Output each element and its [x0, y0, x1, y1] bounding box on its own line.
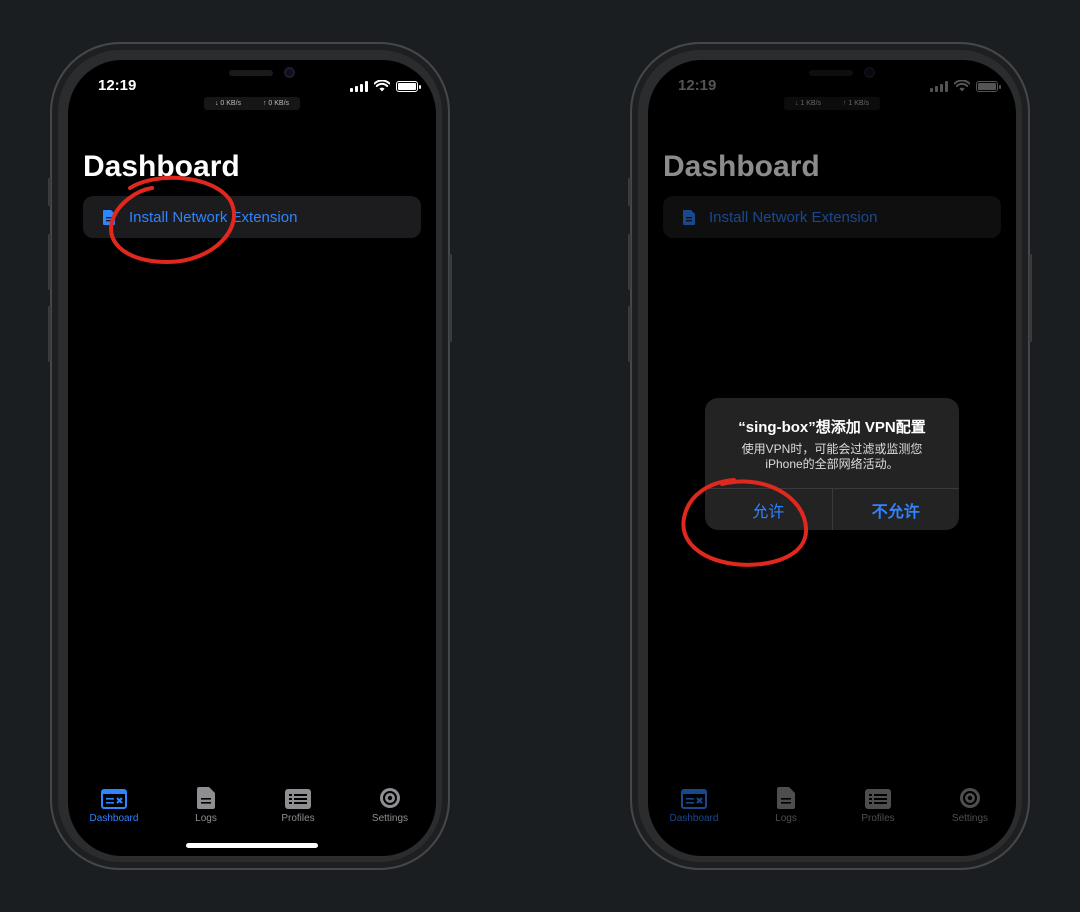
tab-label: Profiles [281, 813, 315, 824]
vpn-permission-alert: “sing-box”想添加 VPN配置 使用VPN时，可能会过滤或监测您 iPh… [705, 398, 959, 530]
volume-down-button [48, 306, 51, 362]
volume-up-button [628, 234, 631, 290]
tab-label: Logs [775, 813, 797, 824]
battery-icon [976, 80, 1001, 92]
power-button [1029, 254, 1032, 342]
upload-speed: ↑ 1 KB/s [842, 100, 870, 107]
traffic-speed: ↓ 0 KB/s ↑ 0 KB/s [204, 97, 300, 110]
download-speed: ↓ 1 KB/s [794, 100, 822, 107]
tab-settings[interactable]: Settings [344, 774, 436, 824]
document-icon [777, 787, 795, 809]
status-time: 12:19 [98, 77, 137, 94]
speaker-grille [809, 70, 853, 76]
download-speed: ↓ 0 KB/s [214, 100, 242, 107]
document-icon [103, 209, 115, 225]
page-title: Dashboard [663, 150, 820, 183]
gear-icon [380, 788, 400, 808]
install-network-extension-button[interactable]: Install Network Extension [663, 196, 1001, 238]
tab-dashboard[interactable]: Dashboard [68, 774, 160, 824]
document-icon [197, 787, 215, 809]
tab-dashboard[interactable]: Dashboard [648, 774, 740, 824]
alert-title: “sing-box”想添加 VPN配置 [738, 419, 926, 436]
install-label: Install Network Extension [709, 208, 878, 226]
tab-label: Dashboard [669, 813, 719, 824]
tab-logs[interactable]: Logs [160, 774, 252, 824]
dashboard-icon [101, 789, 127, 809]
tab-profiles[interactable]: Profiles [252, 774, 344, 824]
mute-switch [48, 178, 51, 206]
system-icons [350, 80, 421, 92]
tab-logs[interactable]: Logs [740, 774, 832, 824]
volume-up-button [48, 234, 51, 290]
volume-down-button [628, 306, 631, 362]
tab-bar: Dashboard Logs Profiles Settings [68, 774, 436, 824]
upload-speed: ↑ 0 KB/s [262, 100, 290, 107]
front-camera [864, 67, 875, 78]
signal-icon [930, 80, 948, 92]
wifi-icon [374, 80, 390, 92]
tab-label: Profiles [861, 813, 895, 824]
tab-settings[interactable]: Settings [924, 774, 1016, 824]
alert-buttons: 允许 不允许 [705, 488, 959, 530]
gear-icon [960, 788, 980, 808]
dashboard-icon [681, 789, 707, 809]
tab-label: Settings [951, 813, 989, 824]
phone-frame-left: 12:19 ↓ 0 KB/s ↑ 0 KB/s Dashboard Instal… [48, 42, 452, 870]
allow-button[interactable]: 允许 [705, 489, 833, 530]
list-icon [865, 789, 891, 809]
tab-profiles[interactable]: Profiles [832, 774, 924, 824]
system-icons [930, 80, 1001, 92]
alert-message: 使用VPN时，可能会过滤或监测您 iPhone的全部网络活动。 [705, 442, 959, 472]
traffic-speed: ↓ 1 KB/s ↑ 1 KB/s [784, 97, 880, 110]
status-bar: 12:19 ↓ 0 KB/s ↑ 0 KB/s [68, 60, 436, 110]
signal-icon [350, 80, 368, 92]
power-button [449, 254, 452, 342]
screen-left: 12:19 ↓ 0 KB/s ↑ 0 KB/s Dashboard Instal… [68, 60, 436, 856]
install-label: Install Network Extension [129, 208, 298, 226]
screen-right: 12:19 ↓ 1 KB/s ↑ 1 KB/s Dashboard Instal… [648, 60, 1016, 856]
mute-switch [628, 178, 631, 206]
document-icon [683, 209, 695, 225]
speaker-grille [229, 70, 273, 76]
alert-message-line: iPhone的全部网络活动。 [765, 457, 899, 471]
battery-icon [396, 80, 421, 92]
tab-bar: Dashboard Logs Profiles Settings [648, 774, 1016, 824]
phone-frame-right: 12:19 ↓ 1 KB/s ↑ 1 KB/s Dashboard Instal… [628, 42, 1032, 870]
install-network-extension-button[interactable]: Install Network Extension [83, 196, 421, 238]
tab-label: Dashboard [89, 813, 139, 824]
status-time: 12:19 [678, 77, 717, 94]
alert-message-line: 使用VPN时，可能会过滤或监测您 [741, 442, 923, 456]
list-icon [285, 789, 311, 809]
front-camera [284, 67, 295, 78]
home-indicator[interactable] [186, 843, 318, 848]
tab-label: Logs [195, 813, 217, 824]
status-bar: 12:19 ↓ 1 KB/s ↑ 1 KB/s [648, 60, 1016, 110]
tab-label: Settings [371, 813, 409, 824]
wifi-icon [954, 80, 970, 92]
deny-button[interactable]: 不允许 [833, 489, 960, 530]
page-title: Dashboard [83, 150, 240, 183]
